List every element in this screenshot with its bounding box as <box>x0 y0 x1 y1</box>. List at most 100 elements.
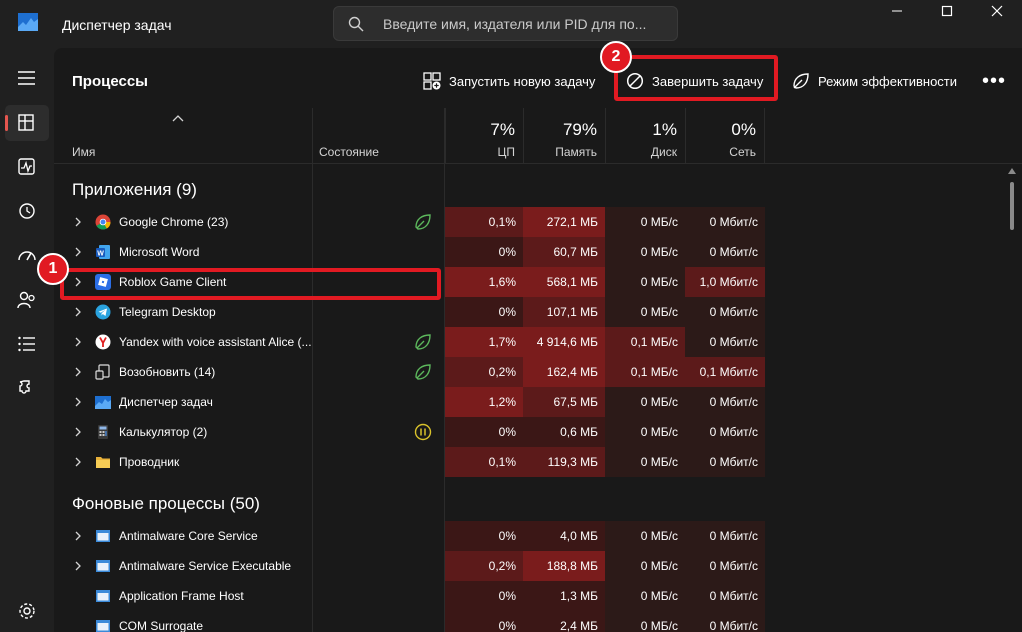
end-task-highlight <box>614 55 778 101</box>
table-row[interactable]: Yandex with voice assistant Alice (... 1,… <box>54 327 1004 357</box>
cpu-cell: 0,1% <box>445 207 523 237</box>
table-row[interactable]: COM Surrogate 0% 2,4 МБ 0 МБ/с 0 Мбит/с <box>54 611 1004 632</box>
table-row[interactable]: W Microsoft Word 0% 60,7 МБ 0 МБ/с 0 Мбит/с <box>54 237 1004 267</box>
cpu-cell: 1,7% <box>445 327 523 357</box>
process-name: Microsoft Word <box>119 245 200 259</box>
memory-cell: 4,0 МБ <box>523 521 605 551</box>
chevron-right-icon[interactable] <box>74 457 82 467</box>
memory-cell: 67,5 МБ <box>523 387 605 417</box>
column-disk-header[interactable]: 1% Диск <box>605 108 685 164</box>
column-state-header[interactable]: Состояние <box>319 145 379 159</box>
disk-cell: 0 МБ/с <box>605 207 685 237</box>
column-memory-header[interactable]: 79% Память <box>523 108 605 164</box>
chevron-right-icon[interactable] <box>74 367 82 377</box>
service-window-icon <box>95 618 111 632</box>
disk-cell: 0,1 МБ/с <box>605 327 685 357</box>
cpu-cell: 0% <box>445 237 523 267</box>
table-row[interactable]: Application Frame Host 0% 1,3 МБ 0 МБ/с 0 Мб… <box>54 581 1004 611</box>
memory-cell: 4 914,6 МБ <box>523 327 605 357</box>
network-cell: 0 Мбит/с <box>685 297 765 327</box>
nav-app-history[interactable] <box>5 193 49 229</box>
nav-details[interactable] <box>5 326 49 362</box>
chevron-right-icon[interactable] <box>74 307 82 317</box>
leaf-icon <box>793 73 809 89</box>
chevron-right-icon[interactable] <box>74 427 82 437</box>
table-row[interactable]: Antimalware Service Executable 0,2% 188,8 … <box>54 551 1004 581</box>
settings-icon <box>19 603 35 619</box>
disk-cell: 0 МБ/с <box>605 417 685 447</box>
memory-label: Память <box>555 145 597 159</box>
folder-icon <box>95 454 111 470</box>
process-name: Application Frame Host <box>119 589 244 603</box>
column-cpu-header[interactable]: 7% ЦП <box>445 108 523 164</box>
disk-cell: 0 МБ/с <box>605 297 685 327</box>
callout-1: 1 <box>37 253 69 285</box>
minimize-icon[interactable] <box>874 0 920 28</box>
nav-processes[interactable] <box>5 105 49 141</box>
disk-cell: 0 МБ/с <box>605 521 685 551</box>
column-network-header[interactable]: 0% Сеть <box>685 108 765 164</box>
scroll-up-icon[interactable] <box>1008 168 1016 174</box>
details-icon <box>18 336 35 352</box>
column-name-header[interactable]: Имя <box>72 145 95 159</box>
network-cell: 0 Мбит/с <box>685 237 765 267</box>
network-label: Сеть <box>729 145 756 159</box>
network-cell: 0 Мбит/с <box>685 387 765 417</box>
disk-cell: 0 МБ/с <box>605 581 685 611</box>
title-bar: Диспетчер задач <box>0 0 1022 48</box>
scrollbar-thumb[interactable] <box>1010 182 1014 230</box>
process-name: Antimalware Service Executable <box>119 559 292 573</box>
search-icon <box>348 16 364 32</box>
nav-performance[interactable] <box>5 149 49 185</box>
table-header: Имя Состояние 7% ЦП 79% Память 1% Диск 0… <box>54 108 1022 164</box>
nav-hamburger[interactable] <box>5 60 49 96</box>
search-input[interactable] <box>383 7 671 40</box>
table-row[interactable]: Проводник 0,1% 119,3 МБ 0 МБ/с 0 Мбит/с <box>54 447 1004 477</box>
window-title: Диспетчер задач <box>62 17 172 33</box>
chevron-right-icon[interactable] <box>74 217 82 227</box>
search-box[interactable] <box>333 6 678 41</box>
table-row[interactable]: Диспетчер задач 1,2% 67,5 МБ 0 МБ/с 0 Мбит/с <box>54 387 1004 417</box>
memory-cell: 107,1 МБ <box>523 297 605 327</box>
task-manager-app-icon <box>18 13 38 31</box>
more-options-button[interactable]: ••• <box>982 62 1006 100</box>
close-icon[interactable] <box>974 0 1020 28</box>
table-row[interactable]: Antimalware Core Service 0% 4,0 МБ 0 МБ/с 0 … <box>54 521 1004 551</box>
run-new-task-button[interactable]: Запустить новую задачу <box>423 62 595 100</box>
disk-cell: 0 МБ/с <box>605 447 685 477</box>
nav-users[interactable] <box>5 282 49 318</box>
network-cell: 0 Мбит/с <box>685 207 765 237</box>
chevron-right-icon[interactable] <box>74 397 82 407</box>
network-cell: 0 Мбит/с <box>685 581 765 611</box>
nav-services[interactable] <box>5 370 49 406</box>
network-total: 0% <box>731 120 756 139</box>
chevron-right-icon[interactable] <box>74 531 82 541</box>
service-window-icon <box>95 528 111 544</box>
performance-icon <box>18 158 35 175</box>
table-row[interactable]: Google Chrome (23) 0,1% 272,1 МБ 0 МБ/с 0 Мб… <box>54 207 1004 237</box>
word-icon: W <box>95 244 111 260</box>
memory-cell: 1,3 МБ <box>523 581 605 611</box>
task-manager-icon <box>95 394 111 410</box>
run-task-icon <box>423 72 441 90</box>
cpu-cell: 0% <box>445 417 523 447</box>
table-row[interactable]: Telegram Desktop 0% 107,1 МБ 0 МБ/с 0 Мбит/с <box>54 297 1004 327</box>
chevron-right-icon[interactable] <box>74 337 82 347</box>
navigation-pane <box>0 48 54 632</box>
cpu-cell: 0,2% <box>445 551 523 581</box>
chevron-right-icon[interactable] <box>74 247 82 257</box>
sort-ascending-icon[interactable] <box>172 114 184 122</box>
cpu-cell: 0,1% <box>445 447 523 477</box>
efficiency-mode-button[interactable]: Режим эффективности <box>792 62 957 100</box>
nav-settings[interactable] <box>5 593 49 629</box>
network-cell: 0 Мбит/с <box>685 417 765 447</box>
maximize-icon[interactable] <box>924 0 970 28</box>
paused-icon <box>414 423 432 441</box>
cpu-cell: 0% <box>445 611 523 632</box>
table-row[interactable]: Возобновить (14) 0,2% 162,4 МБ 0,1 МБ/с 0,1 … <box>54 357 1004 387</box>
chevron-right-icon[interactable] <box>74 561 82 571</box>
table-row[interactable]: Калькулятор (2) 0% 0,6 МБ 0 МБ/с 0 Мбит/с <box>54 417 1004 447</box>
process-name: Проводник <box>119 455 180 469</box>
network-cell: 0 Мбит/с <box>685 521 765 551</box>
efficiency-mode-label: Режим эффективности <box>818 73 958 89</box>
